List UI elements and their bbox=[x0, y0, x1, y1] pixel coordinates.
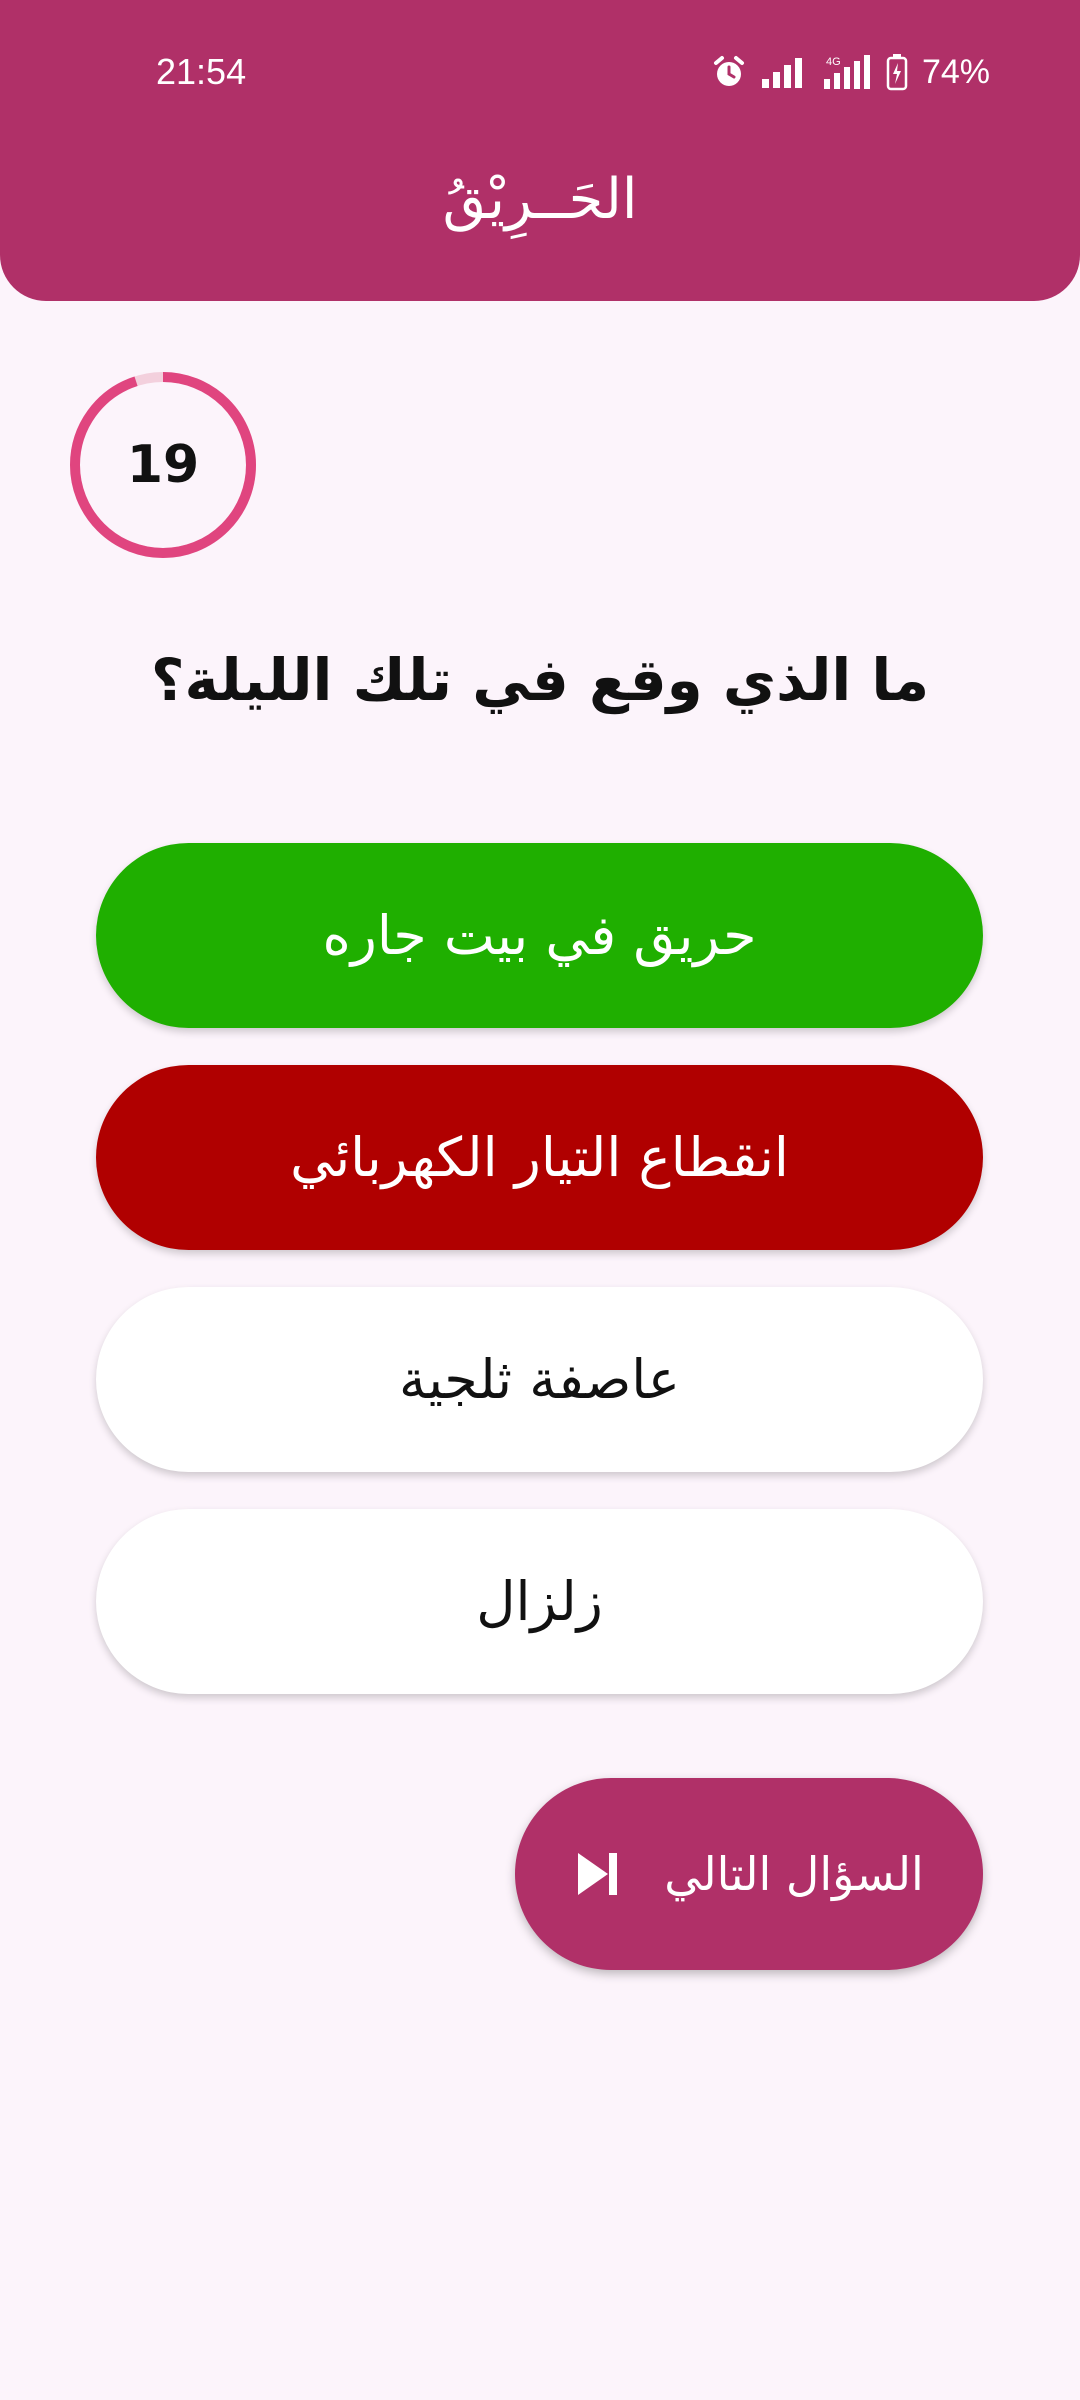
answer-option-4[interactable]: زلزال bbox=[96, 1509, 983, 1694]
alarm-icon bbox=[713, 56, 744, 86]
answer-label: حريق في بيت جاره bbox=[322, 904, 757, 967]
answer-label: عاصفة ثلجية bbox=[399, 1348, 680, 1411]
page-title: الحَــرِيْقُ bbox=[442, 167, 638, 232]
battery-charging-icon bbox=[886, 54, 908, 91]
battery-percent: 74% bbox=[921, 52, 990, 91]
status-icons: 4G 74% bbox=[712, 48, 990, 96]
next-question-button[interactable]: السؤال التالي bbox=[515, 1778, 983, 1970]
timer-value: 19 bbox=[126, 435, 200, 495]
svg-text:4G: 4G bbox=[826, 56, 841, 68]
skip-next-icon bbox=[578, 1853, 618, 1895]
question-text: ما الذي وقع في تلك الليلة؟ bbox=[150, 646, 930, 714]
4g-signal-icon: 4G bbox=[823, 55, 870, 89]
answer-label: انقطاع التيار الكهربائي bbox=[290, 1126, 789, 1189]
answer-label: زلزال bbox=[476, 1570, 603, 1633]
next-question-label: السؤال التالي bbox=[664, 1847, 924, 1901]
status-time: 21:54 bbox=[156, 51, 247, 92]
answer-option-3[interactable]: عاصفة ثلجية bbox=[96, 1287, 983, 1472]
app-header: 21:54 4G 74% الحَــرِيْقُ bbox=[0, 0, 1080, 301]
countdown-timer: 19 bbox=[68, 370, 258, 560]
answer-option-1[interactable]: حريق في بيت جاره bbox=[96, 843, 983, 1028]
signal-icon bbox=[761, 58, 802, 88]
answer-option-2[interactable]: انقطاع التيار الكهربائي bbox=[96, 1065, 983, 1250]
